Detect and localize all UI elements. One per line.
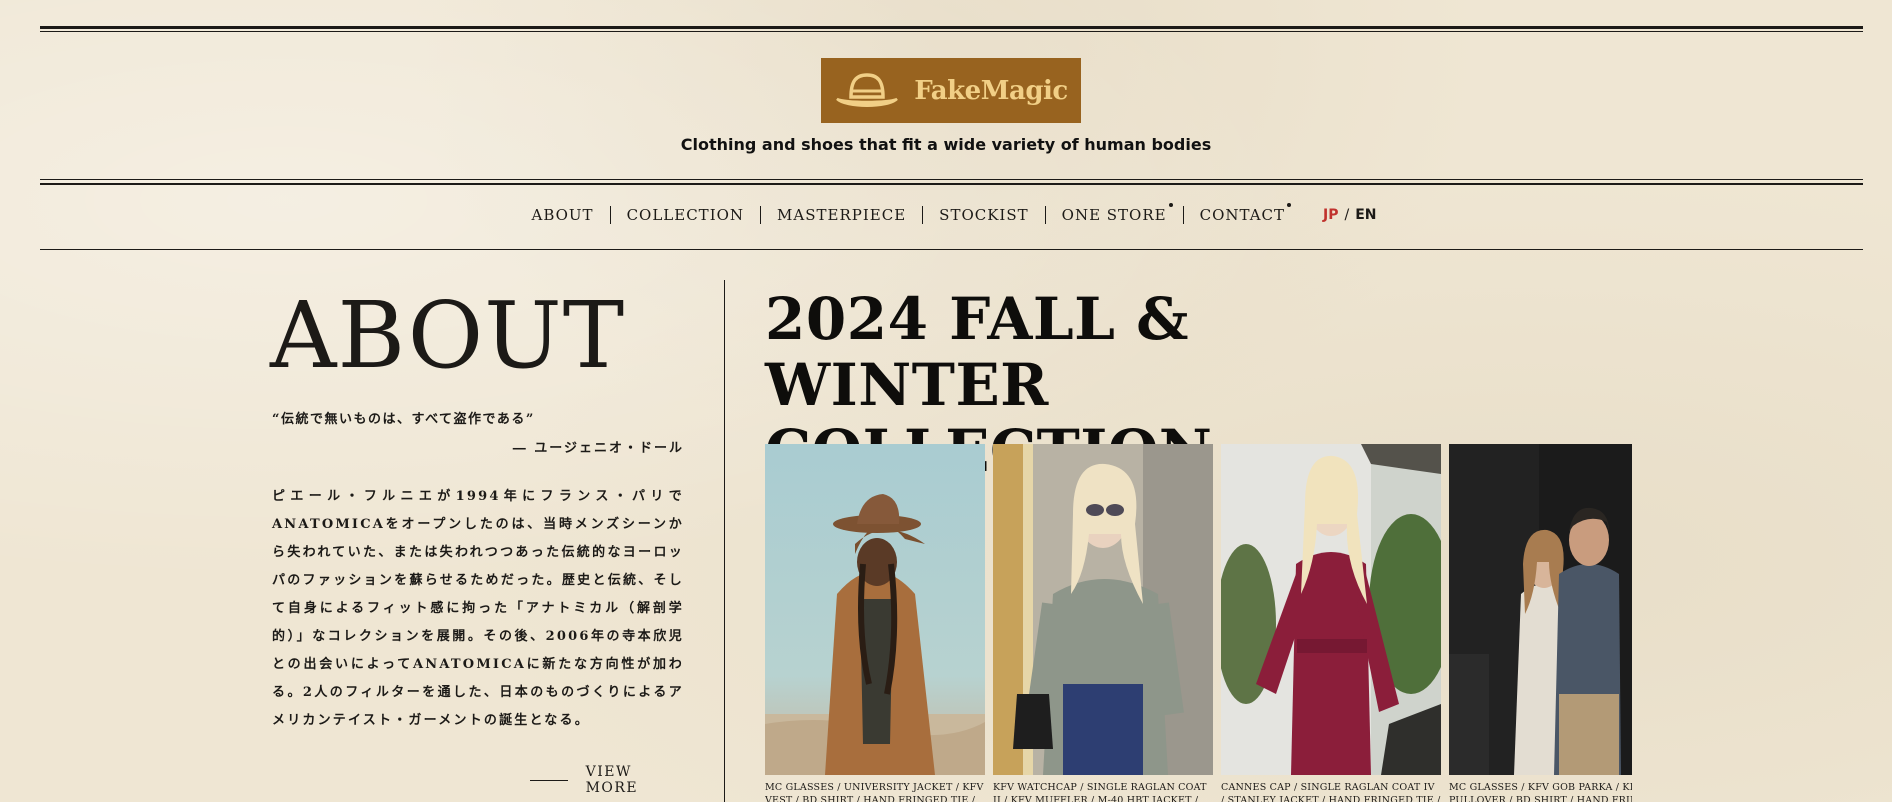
header-mid-rule [40, 179, 1863, 180]
about-title: ABOUT [270, 282, 626, 389]
header-top-thin-rule [40, 31, 1863, 32]
collection-caption: CANNES CAP / SINGLE RAGLAN COAT IV / STA… [1221, 782, 1441, 802]
about-body: ピエール・フルニエが1994年にフランス・パリでANATOMICAをオープンした… [272, 489, 684, 728]
brand-logo[interactable]: FakeMagic [821, 58, 1081, 123]
collection-photo [1449, 444, 1632, 775]
collection-card[interactable]: CANNES CAP / SINGLE RAGLAN COAT IV / STA… [1221, 444, 1441, 802]
brand-name: FakeMagic [914, 75, 1068, 106]
nav-item-about[interactable]: ABOUT [515, 206, 609, 224]
collection-card[interactable]: KFV WATCHCAP / SINGLE RAGLAN COAT II / K… [993, 444, 1213, 802]
nav-item-masterpiece[interactable]: MASTERPIECE [761, 206, 922, 224]
collection-card[interactable]: MC GLASSES / KFV GOB PARKA / KFV V PULLO… [1449, 444, 1632, 802]
nav-item-contact[interactable]: CONTACT [1184, 206, 1301, 224]
view-more-line [530, 779, 568, 781]
hat-icon [836, 72, 899, 107]
collection-caption: MC GLASSES / UNIVERSITY JACKET / KFV VES… [765, 782, 984, 802]
about-quote: “伝統で無いものは、すべて盗作である” [272, 412, 535, 427]
about-quote-author: ― ユージェニオ・ドール [512, 441, 684, 456]
collection-caption: MC GLASSES / KFV GOB PARKA / KFV V PULLO… [1449, 782, 1632, 802]
model-blonde-shirt-image [993, 444, 1213, 775]
collection-title-line1: 2024 FALL & WINTER [765, 285, 1190, 419]
main-nav: ABOUT COLLECTION MASTERPIECE STOCKIST ON… [0, 203, 1892, 224]
collection-gallery: MC GLASSES / UNIVERSITY JACKET / KFV VES… [765, 444, 1632, 802]
nav-item-one-store[interactable]: ONE STORE [1046, 206, 1183, 224]
model-burgundy-dress-image [1221, 444, 1441, 775]
language-switcher: JP / EN [1323, 207, 1376, 223]
nav-item-collection[interactable]: COLLECTION [611, 206, 760, 224]
brand-tagline: Clothing and shoes that fit a wide varie… [680, 135, 1212, 154]
view-more-label: VIEW MORE [585, 764, 639, 796]
external-link-dot-icon [1287, 203, 1292, 207]
model-hat-coat-image [765, 444, 985, 775]
view-more-link[interactable]: VIEW MORE [530, 764, 684, 796]
external-link-dot-icon [1168, 203, 1173, 207]
nav-item-one-store-wrap: ONE STORE [1046, 203, 1183, 224]
header-mid-thick-rule [40, 183, 1863, 185]
header-top-rule [40, 26, 1863, 29]
collection-photo [993, 444, 1213, 775]
collection-card[interactable]: MC GLASSES / UNIVERSITY JACKET / KFV VES… [765, 444, 985, 802]
collection-caption: KFV WATCHCAP / SINGLE RAGLAN COAT II / K… [993, 782, 1207, 802]
lang-en-link[interactable]: EN [1355, 207, 1376, 223]
nav-item-stockist[interactable]: STOCKIST [923, 206, 1044, 224]
column-divider [724, 280, 725, 802]
nav-bottom-rule [40, 249, 1863, 250]
lang-jp-link[interactable]: JP [1323, 207, 1338, 223]
nav-item-contact-wrap: CONTACT [1184, 203, 1301, 224]
lang-separator: / [1344, 206, 1350, 223]
collection-photo [765, 444, 985, 775]
couple-image [1449, 444, 1632, 775]
collection-photo [1221, 444, 1441, 775]
